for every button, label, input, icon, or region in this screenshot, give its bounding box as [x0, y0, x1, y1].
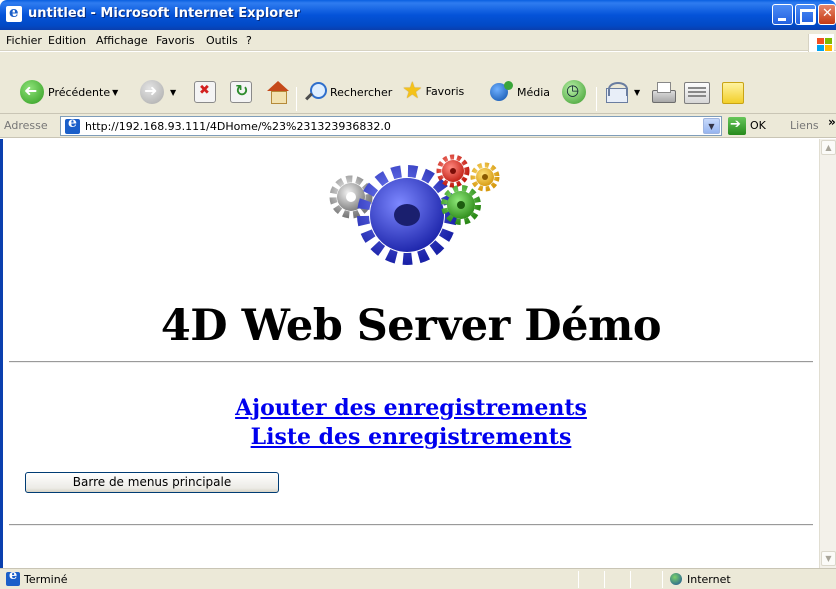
green-gear-icon [441, 185, 481, 225]
page-title: 4D Web Server Démo [160, 301, 662, 351]
menu-favoris[interactable]: Favoris [156, 34, 195, 47]
status-bar: Terminé Internet [0, 568, 836, 589]
close-button[interactable] [818, 4, 836, 25]
list-records-link[interactable]: Liste des enregistrements [3, 424, 819, 450]
refresh-button[interactable] [230, 81, 252, 103]
media-label: Média [517, 85, 551, 99]
forward-button[interactable]: ▼ [140, 80, 176, 104]
address-bar: Adresse http://192.168.93.111/4DHome/%23… [0, 114, 836, 138]
links-label[interactable]: Liens [790, 119, 819, 132]
vertical-scrollbar[interactable]: ▲ ▼ [819, 139, 836, 568]
back-button[interactable]: Précédente ▼ [20, 80, 118, 104]
page-status-icon [6, 568, 20, 586]
status-divider [630, 571, 631, 588]
favorites-star-icon: ★ [402, 78, 423, 104]
back-icon [20, 80, 44, 104]
windows-logo-icon [808, 34, 834, 53]
status-divider [604, 571, 605, 588]
menu-help[interactable]: ? [246, 34, 252, 47]
menu-bar: Fichier Edition Affichage Favoris Outils… [0, 30, 836, 53]
gray-gear-icon [329, 175, 373, 219]
status-divider [578, 571, 579, 588]
page-content: 4D Web Server Démo Ajouter des enregistr… [3, 139, 819, 568]
address-url[interactable]: http://192.168.93.111/4DHome/%23%2313239… [85, 120, 391, 133]
history-button[interactable] [562, 80, 586, 104]
maximize-button[interactable] [795, 4, 816, 25]
stop-button[interactable] [194, 81, 216, 103]
title-bar: untitled - Microsoft Internet Explorer [0, 0, 836, 30]
divider [9, 524, 813, 526]
internet-zone-icon [670, 573, 682, 585]
status-divider [662, 571, 663, 588]
security-zone-label: Internet [687, 573, 731, 586]
scroll-down-icon[interactable]: ▼ [821, 551, 836, 566]
mail-button[interactable]: ▼ [606, 82, 640, 103]
links-chevron-icon[interactable]: » [828, 115, 836, 129]
forward-dropdown-icon[interactable]: ▼ [170, 88, 176, 97]
back-label: Précédente [48, 85, 111, 99]
favorites-button[interactable]: ★ Favoris [402, 80, 464, 103]
page-viewport: 4D Web Server Démo Ajouter des enregistr… [0, 139, 819, 568]
edit-button[interactable] [684, 82, 710, 104]
address-dropdown-icon[interactable]: ▼ [703, 118, 720, 134]
search-icon [304, 81, 327, 103]
edit-icon [684, 82, 710, 104]
address-label: Adresse [4, 119, 48, 132]
go-icon[interactable] [728, 117, 746, 135]
menu-edition[interactable]: Edition [48, 34, 86, 47]
print-button[interactable] [650, 81, 676, 103]
status-text: Terminé [24, 573, 68, 586]
minimize-button[interactable] [772, 4, 793, 25]
menu-outils[interactable]: Outils [206, 34, 238, 47]
search-button[interactable]: Rechercher [304, 81, 392, 103]
toolbar-separator [596, 87, 597, 111]
gears-logo [329, 154, 500, 265]
page-icon [65, 115, 80, 134]
menu-affichage[interactable]: Affichage [96, 34, 148, 47]
back-dropdown-icon[interactable]: ▼ [112, 88, 118, 97]
favorites-label: Favoris [425, 85, 465, 98]
media-icon [490, 81, 514, 103]
history-icon [562, 80, 586, 104]
messenger-button[interactable] [722, 82, 744, 104]
window-title: untitled - Microsoft Internet Explorer [28, 6, 300, 21]
mail-dropdown-icon[interactable]: ▼ [634, 88, 640, 97]
scroll-up-icon[interactable]: ▲ [821, 140, 836, 155]
blue-gear-icon [357, 165, 457, 265]
media-button[interactable]: Média [490, 81, 550, 103]
add-records-link[interactable]: Ajouter des enregistrements [3, 395, 819, 421]
search-label: Rechercher [330, 85, 393, 99]
forward-icon [140, 80, 164, 104]
print-icon [650, 81, 676, 103]
mail-icon [606, 82, 632, 103]
main-menu-bar-button[interactable]: Barre de menus principale [25, 472, 279, 493]
divider [9, 361, 813, 363]
address-input[interactable]: http://192.168.93.111/4DHome/%23%2313239… [60, 115, 722, 136]
home-icon [266, 81, 290, 104]
menu-fichier[interactable]: Fichier [6, 34, 42, 47]
home-button[interactable] [266, 81, 290, 104]
ie-app-icon[interactable] [6, 3, 22, 22]
messenger-note-icon [722, 82, 744, 104]
stop-icon [194, 81, 216, 103]
yellow-gear-icon [470, 162, 500, 192]
go-button[interactable]: OK [750, 119, 766, 132]
refresh-icon [230, 81, 252, 103]
toolbar-separator [296, 87, 297, 111]
